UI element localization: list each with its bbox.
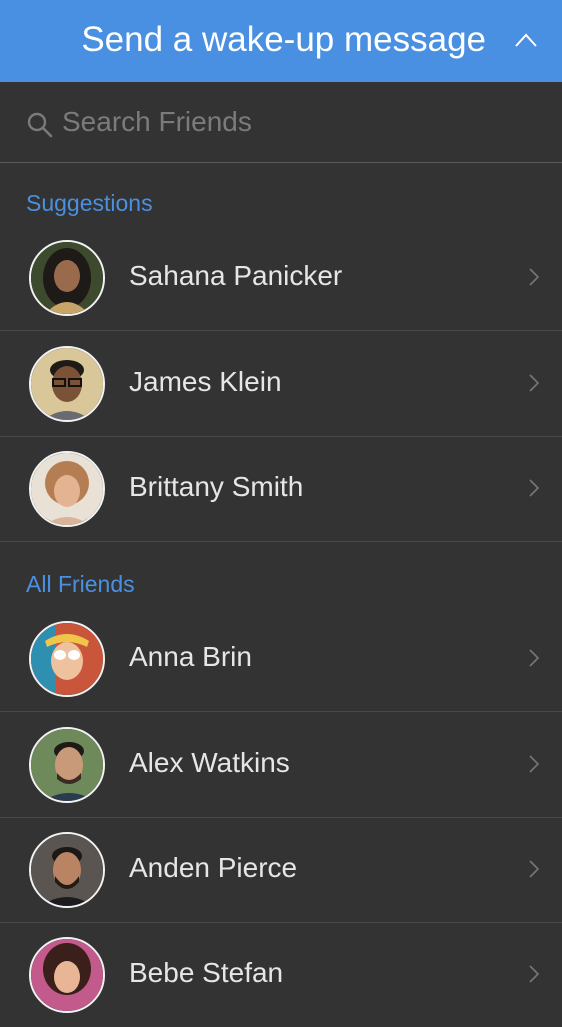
friend-row[interactable]: Brittany Smith: [0, 436, 562, 542]
friend-row[interactable]: James Klein: [0, 331, 562, 437]
header-title: Send a wake-up message: [81, 20, 486, 59]
friend-name: Anna Brin: [129, 641, 252, 672]
friend-row[interactable]: Sahana Panicker: [0, 225, 562, 331]
chevron-right-icon: [529, 374, 540, 392]
section-header-suggestions: Suggestions: [26, 190, 153, 216]
friend-name: Bebe Stefan: [129, 957, 284, 988]
friend-name: Brittany Smith: [129, 471, 304, 502]
avatar: [29, 346, 105, 422]
chevron-right-icon: [529, 755, 540, 773]
avatar: [29, 727, 105, 803]
header-bar[interactable]: Send a wake-up message: [0, 0, 562, 82]
section-header-all-friends: All Friends: [26, 571, 135, 597]
friend-row[interactable]: Alex Watkins: [0, 712, 562, 818]
avatar: [29, 937, 105, 1013]
avatar: [29, 832, 105, 908]
friend-name: James Klein: [129, 366, 282, 397]
friend-row[interactable]: Anden Pierce: [0, 817, 562, 923]
friend-row[interactable]: Anna Brin: [0, 606, 562, 712]
avatar: [29, 240, 105, 316]
search-bar: [0, 82, 562, 163]
search-input[interactable]: [62, 100, 532, 144]
avatar: [29, 451, 105, 527]
friend-name: Alex Watkins: [129, 747, 290, 778]
chevron-up-icon[interactable]: [514, 31, 538, 49]
chevron-right-icon: [529, 479, 540, 497]
chevron-right-icon: [529, 268, 540, 286]
friend-name: Anden Pierce: [129, 852, 298, 883]
friend-row[interactable]: Bebe Stefan: [0, 922, 562, 1027]
friend-name: Sahana Panicker: [129, 260, 343, 291]
avatar: [29, 621, 105, 697]
chevron-right-icon: [529, 965, 540, 983]
search-icon: [27, 112, 53, 138]
chevron-right-icon: [529, 649, 540, 667]
chevron-right-icon: [529, 860, 540, 878]
